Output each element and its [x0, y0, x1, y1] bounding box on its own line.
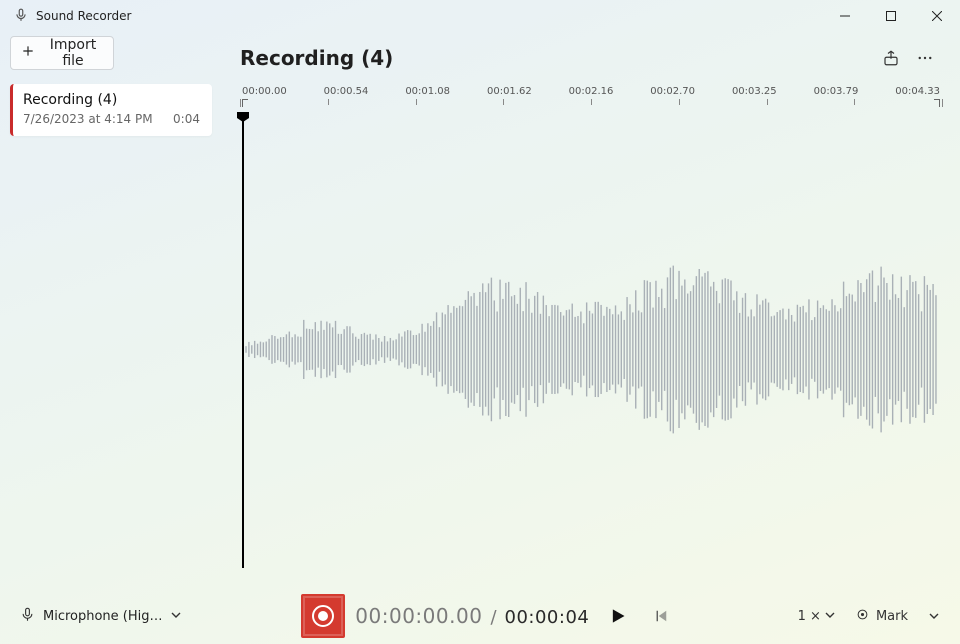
- recording-item-duration: 0:04: [173, 112, 200, 126]
- page-title: Recording (4): [240, 46, 393, 70]
- more-button[interactable]: [908, 41, 942, 75]
- time-current: 00:00:00.00: [355, 604, 482, 628]
- record-icon: [312, 605, 334, 627]
- ruler-label: 00:03.25: [732, 86, 777, 97]
- skip-back-button[interactable]: [645, 600, 677, 632]
- ruler-tick: [416, 99, 417, 105]
- ruler-label: 00:03.79: [814, 86, 859, 97]
- titlebar-left: Sound Recorder: [14, 7, 131, 26]
- import-file-label: Import file: [43, 37, 103, 69]
- app-title: Sound Recorder: [36, 9, 131, 23]
- ruler-tick: [240, 99, 241, 107]
- sidebar: Import file Recording (4) 7/26/2023 at 4…: [0, 32, 222, 588]
- ruler-tick: [503, 99, 504, 105]
- time-ruler[interactable]: 00:00.00 00:00.54 00:01.08 00:01.62 00:02.16…: [240, 86, 942, 120]
- ruler-label: 00:01.08: [405, 86, 450, 97]
- waveform: [240, 120, 942, 561]
- mark-button[interactable]: Mark: [847, 603, 916, 630]
- time-total: 00:00:04: [505, 607, 590, 628]
- ruler-label: 00:00.54: [324, 86, 369, 97]
- ruler-label: 00:02.16: [569, 86, 614, 97]
- ruler-end-bracket: [934, 99, 940, 107]
- marker-icon: [855, 607, 870, 626]
- playback-speed-button[interactable]: 1 ×: [792, 605, 841, 628]
- main-header: Recording (4): [240, 38, 942, 78]
- titlebar: Sound Recorder: [0, 0, 960, 32]
- ruler-tick: [854, 99, 855, 105]
- waveform-area[interactable]: [240, 120, 942, 588]
- ruler-tick: [942, 99, 943, 107]
- record-button[interactable]: [301, 594, 345, 638]
- recording-list-item[interactable]: Recording (4) 7/26/2023 at 4:14 PM 0:04: [10, 84, 212, 136]
- mark-label: Mark: [876, 609, 908, 624]
- ruler-label: 00:02.70: [650, 86, 695, 97]
- recording-item-subtitle: 7/26/2023 at 4:14 PM: [23, 112, 153, 126]
- time-display: 00:00:00.00 / 00:00:04: [355, 604, 589, 628]
- maximize-button[interactable]: [868, 0, 914, 32]
- ruler-tick: [767, 99, 768, 105]
- time-separator: /: [490, 607, 496, 628]
- chevron-down-icon: [825, 609, 835, 624]
- playback-speed-label: 1 ×: [798, 609, 821, 624]
- transport-right-cluster: 1 × Mark: [792, 600, 946, 632]
- main-pane: Recording (4) 00:00.0000:00.5400:01.0800…: [222, 32, 960, 588]
- ruler-label: 00:00.00: [242, 86, 287, 97]
- ruler-label: 00:04.33: [895, 86, 940, 97]
- recording-item-title: Recording (4): [23, 92, 200, 108]
- microphone-icon: [20, 607, 35, 626]
- app-icon: [14, 7, 28, 26]
- ruler-label: 00:01.62: [487, 86, 532, 97]
- import-file-button[interactable]: Import file: [10, 36, 114, 70]
- ruler-labels: 00:00.00 00:00.54 00:01.08 00:01.62 00:02.16…: [240, 86, 942, 97]
- ruler-tick: [591, 99, 592, 105]
- app-body: Import file Recording (4) 7/26/2023 at 4…: [0, 32, 960, 588]
- ruler-start-bracket: [242, 99, 248, 107]
- close-button[interactable]: [914, 0, 960, 32]
- transport-bar: Microphone (High De… 00:00:00.00 / 00:00…: [0, 588, 960, 644]
- ruler-tick: [328, 99, 329, 105]
- chevron-down-icon: [171, 609, 181, 624]
- share-button[interactable]: [874, 41, 908, 75]
- play-button[interactable]: [599, 598, 635, 634]
- input-device-select[interactable]: Microphone (High De…: [14, 603, 187, 630]
- minimize-button[interactable]: [822, 0, 868, 32]
- ruler-ticks: [240, 99, 942, 113]
- mark-dropdown-button[interactable]: [922, 600, 946, 632]
- ruler-tick: [679, 99, 680, 105]
- input-device-label: Microphone (High De…: [43, 609, 163, 624]
- plus-icon: [21, 44, 35, 62]
